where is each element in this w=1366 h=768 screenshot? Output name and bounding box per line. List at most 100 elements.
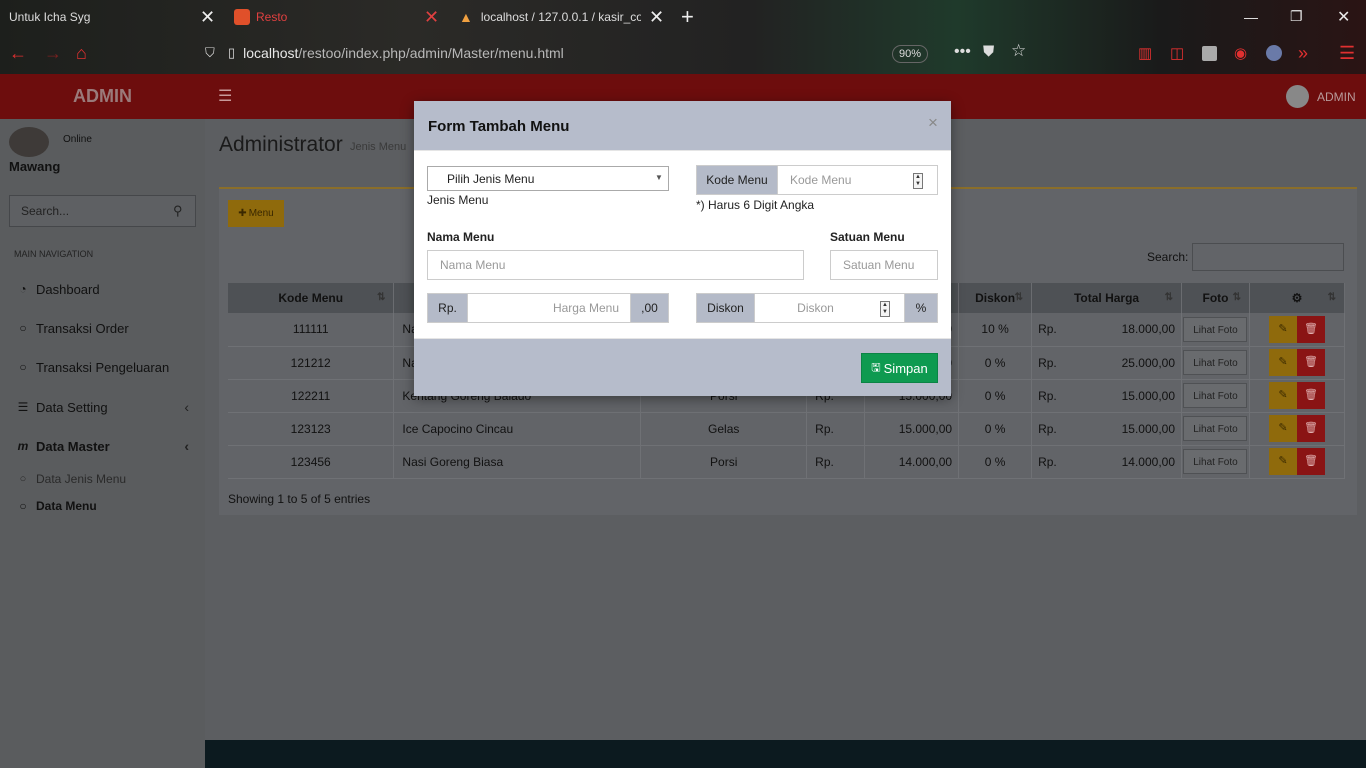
user-name[interactable]: ADMIN xyxy=(1317,90,1356,104)
close-window-icon[interactable]: ✕ xyxy=(1337,7,1350,27)
sidebar-subitem-data-jenis-menu[interactable]: ○ Data Jenis Menu xyxy=(0,469,205,489)
browser-chrome: Untuk Icha Syg ✕ Resto ✕ ▲ localhost / 1… xyxy=(0,0,1366,74)
lihat-foto-button[interactable]: Lihat Foto xyxy=(1183,449,1248,474)
tab-untuk-icha[interactable]: Untuk Icha Syg ✕ xyxy=(0,0,222,34)
td-foto: Lihat Foto xyxy=(1181,313,1250,347)
trash-icon[interactable]: 🗑 xyxy=(1296,415,1325,442)
tab-resto[interactable]: Resto ✕ xyxy=(228,0,450,34)
table-search-input[interactable] xyxy=(1192,243,1344,271)
diskon-spinner[interactable]: ▲ ▼ xyxy=(880,301,890,317)
url-bar[interactable]: ▯ localhost/restoo/index.php/admin/Maste… xyxy=(228,39,938,67)
jenis-menu-select[interactable]: Pilih Jenis Menu ▼ xyxy=(427,166,669,191)
sidebar-item-data-setting[interactable]: ☰ Data Setting ‹ xyxy=(0,397,205,417)
tab-close-icon[interactable]: ✕ xyxy=(424,7,439,28)
extension-icon[interactable] xyxy=(1202,46,1217,61)
satuan-menu-label: Satuan Menu xyxy=(830,230,905,244)
total-value: 15.000,00 xyxy=(1121,388,1175,403)
trash-icon[interactable]: 🗑 xyxy=(1296,382,1325,409)
lihat-foto-button[interactable]: Lihat Foto xyxy=(1183,350,1248,375)
sidebar-toggle-icon[interactable]: ◫ xyxy=(1170,45,1184,63)
footer xyxy=(205,740,1366,768)
hamburger-icon[interactable]: ☰ xyxy=(218,86,232,106)
circle-icon: ○ xyxy=(19,360,27,374)
harga-menu-input[interactable]: Harga Menu xyxy=(467,293,631,323)
bookmark-star-icon[interactable]: ☆ xyxy=(1011,41,1026,61)
chevron-left-icon: ‹ xyxy=(184,399,189,415)
restore-icon[interactable]: ❐ xyxy=(1290,8,1303,25)
plus-icon: ✚ xyxy=(238,208,247,219)
satuan-menu-placeholder: Satuan Menu xyxy=(843,258,915,272)
trash-icon[interactable]: 🗑 xyxy=(1296,448,1325,475)
gear-icon: ⚙ xyxy=(1291,291,1303,305)
sidebar-item-data-master[interactable]: m Data Master ‹ xyxy=(0,436,205,456)
satuan-menu-input[interactable]: Satuan Menu xyxy=(830,250,938,280)
td-foto: Lihat Foto xyxy=(1181,445,1250,479)
avatar[interactable] xyxy=(1286,85,1309,108)
nama-menu-input[interactable]: Nama Menu xyxy=(427,250,804,280)
trash-icon[interactable]: 🗑 xyxy=(1296,349,1325,376)
lihat-foto-button[interactable]: Lihat Foto xyxy=(1183,383,1248,408)
overflow-icon[interactable]: » xyxy=(1298,44,1308,62)
pocket-icon[interactable]: ⛊ xyxy=(983,43,994,60)
sidebar-subitem-data-menu[interactable]: ○ Data Menu xyxy=(0,496,205,516)
tab-title: Resto xyxy=(256,10,288,24)
close-icon[interactable]: × xyxy=(928,113,938,133)
sidebar-item-transaksi-pengeluaran[interactable]: ○ Transaksi Pengeluaran xyxy=(0,357,205,377)
edit-icon[interactable]: ✎ xyxy=(1268,315,1297,343)
menu-icon[interactable]: ☰ xyxy=(1339,44,1355,62)
edit-icon[interactable]: ✎ xyxy=(1268,415,1297,442)
new-tab-icon[interactable]: + xyxy=(681,4,694,30)
zoom-level[interactable]: 90% xyxy=(892,45,928,63)
forward-icon[interactable]: → xyxy=(44,44,62,62)
kode-menu-addon: Kode Menu xyxy=(696,165,778,195)
search-input[interactable]: Search... xyxy=(21,204,69,218)
more-icon[interactable]: ••• xyxy=(954,43,971,61)
th-label: Kode Menu xyxy=(278,291,344,305)
td-total: Rp. 25.000,00 xyxy=(1031,346,1182,380)
edit-icon[interactable]: ✎ xyxy=(1268,382,1297,409)
sidebar-item-dashboard[interactable]: ◔ Dashboard xyxy=(0,279,205,299)
sidebar-item-transaksi-order[interactable]: ○ Transaksi Order xyxy=(0,318,205,338)
edit-icon[interactable]: ✎ xyxy=(1268,349,1297,376)
tab-phpmyadmin[interactable]: ▲ localhost / 127.0.0.1 / kasir_cof ✕ xyxy=(456,0,678,34)
th-foto[interactable]: Foto ⇅ xyxy=(1181,283,1250,313)
tab-close-icon[interactable]: ✕ xyxy=(200,7,215,28)
td-foto: Lihat Foto xyxy=(1181,379,1250,413)
library-icon[interactable]: ▥ xyxy=(1138,45,1152,63)
td-rp: Rp. xyxy=(806,412,866,446)
lihat-foto-button[interactable]: Lihat Foto xyxy=(1183,416,1248,441)
th-action[interactable]: ⚙ ⇅ xyxy=(1249,283,1346,313)
shield-icon[interactable]: ⛉ xyxy=(205,45,215,61)
add-menu-label: Menu xyxy=(248,208,274,219)
logo[interactable]: ADMIN xyxy=(0,74,205,119)
total-value: 15.000,00 xyxy=(1121,421,1175,436)
th-kode[interactable]: Kode Menu ⇅ xyxy=(228,283,395,313)
kode-spinner[interactable]: ▲ ▼ xyxy=(913,173,923,189)
circle-icon: ○ xyxy=(19,321,27,335)
td-kode: 123456 xyxy=(228,445,395,479)
search-icon[interactable]: ⚲ xyxy=(173,203,183,219)
total-currency: Rp. xyxy=(1038,421,1057,436)
user-status: Online xyxy=(63,134,92,145)
edit-icon[interactable]: ✎ xyxy=(1268,448,1297,475)
total-currency: Rp. xyxy=(1038,322,1057,337)
th-total[interactable]: Total Harga ⇅ xyxy=(1031,283,1182,313)
trash-icon[interactable]: 🗑 xyxy=(1296,315,1325,343)
user-name: Mawang xyxy=(9,159,61,174)
tab-close-icon[interactable]: ✕ xyxy=(649,7,664,28)
save-button[interactable]: 🖫 Simpan xyxy=(861,353,938,383)
add-menu-modal: Form Tambah Menu × Pilih Jenis Menu ▼ Je… xyxy=(414,101,951,396)
sidebar-subitem-label: Data Menu xyxy=(36,499,97,513)
account-icon[interactable]: ◉ xyxy=(1234,45,1247,63)
search-box[interactable]: Search... ⚲ xyxy=(9,195,196,227)
td-harga: 14.000,00 xyxy=(864,445,960,479)
home-icon[interactable]: ⌂ xyxy=(76,44,87,62)
extension-2-icon[interactable] xyxy=(1266,45,1282,61)
back-icon[interactable]: ← xyxy=(9,44,27,62)
lihat-foto-button[interactable]: Lihat Foto xyxy=(1183,316,1248,342)
add-menu-button[interactable]: ✚ Menu xyxy=(228,200,284,227)
m-icon: m xyxy=(17,439,29,453)
minimize-icon[interactable]: — xyxy=(1244,9,1258,25)
url-host: localhost xyxy=(243,45,299,61)
th-diskon[interactable]: Diskon ⇅ xyxy=(958,283,1033,313)
